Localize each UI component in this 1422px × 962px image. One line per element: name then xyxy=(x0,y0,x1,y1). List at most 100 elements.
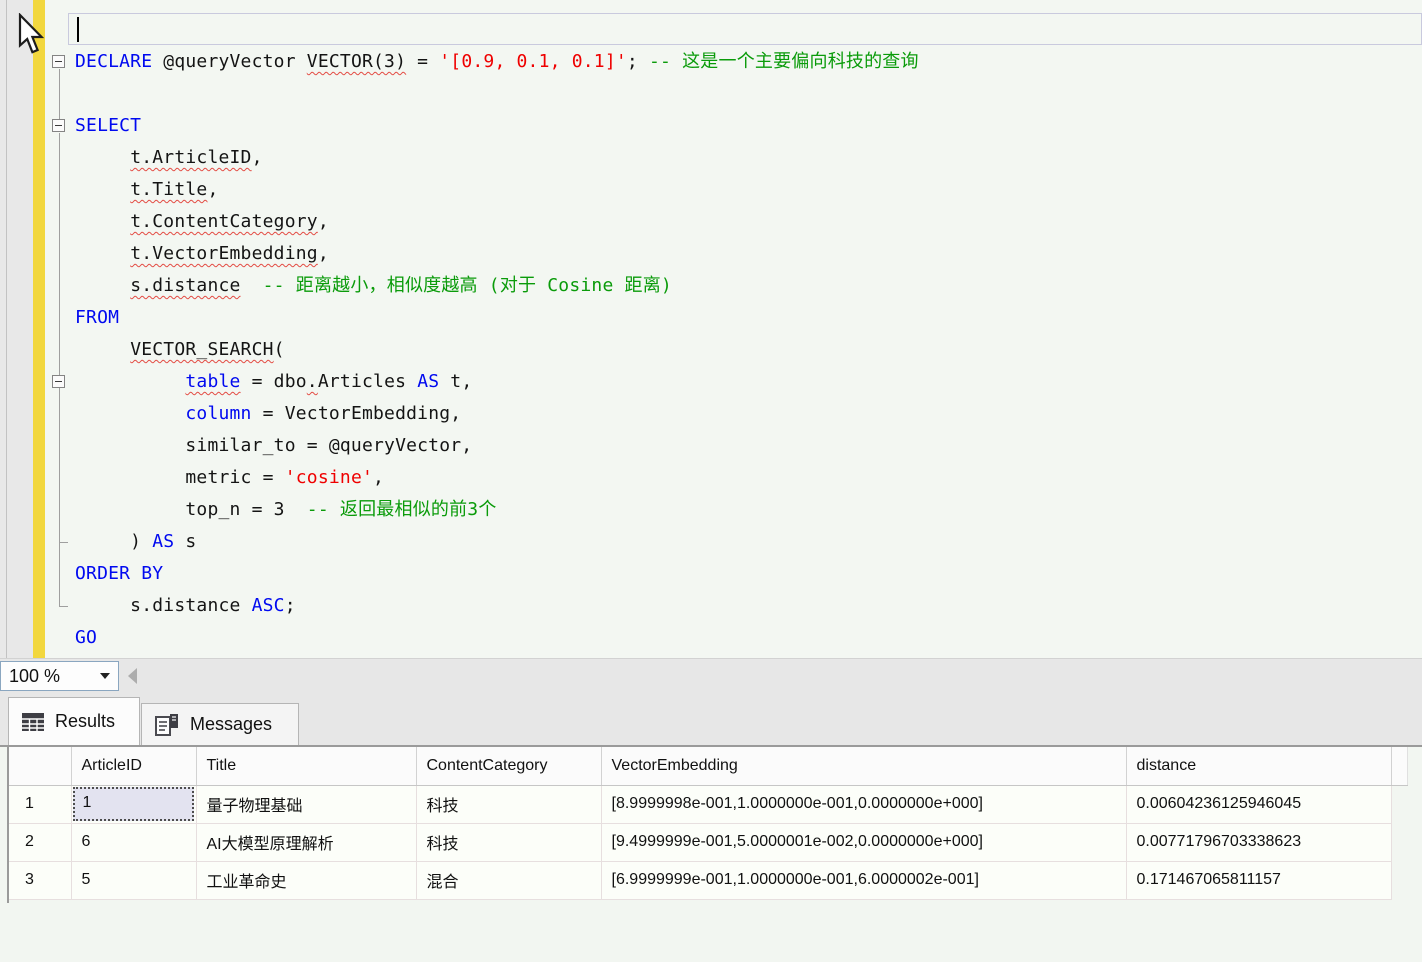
sql-text: , xyxy=(317,211,329,232)
sql-text: t.Title xyxy=(130,179,208,200)
chevron-down-icon xyxy=(100,673,110,679)
row-filler xyxy=(1391,785,1407,823)
sql-editor[interactable]: DECLARE @queryVector VECTOR(3) = '[0.9, … xyxy=(0,0,1422,658)
row-number-cell[interactable]: 2 xyxy=(9,823,72,862)
selected-cell[interactable]: 1 xyxy=(72,786,194,821)
code-line: t.Title, xyxy=(75,174,1422,206)
results-tabstrip: Results Messages xyxy=(0,692,1422,745)
sql-keyword: ASC xyxy=(251,595,285,616)
grid-cell[interactable]: [8.9999998e-001,1.0000000e-001,0.0000000… xyxy=(601,785,1127,824)
code-line: FROM xyxy=(75,302,1422,334)
editor-horizontal-scrollbar[interactable]: 100 % xyxy=(0,658,1422,692)
code-line: s.distance -- 距离越小，相似度越高 (对于 Cosine 距离) xyxy=(75,270,1422,302)
grid-cell[interactable]: 5 xyxy=(71,861,197,900)
code-line: DECLARE @queryVector VECTOR(3) = '[0.9, … xyxy=(75,46,1422,78)
grid-cell[interactable]: AI大模型原理解析 xyxy=(196,823,417,862)
sql-text: . xyxy=(306,371,318,392)
tab-messages[interactable]: Messages xyxy=(141,703,299,745)
results-grid-area: ArticleID Title ContentCategory VectorEmbed… xyxy=(0,747,1422,962)
zoom-level-dropdown[interactable]: 100 % xyxy=(0,661,119,691)
sql-keyword: column xyxy=(185,403,252,424)
code-line: VECTOR_SEARCH( xyxy=(75,334,1422,366)
sql-text: t.VectorEmbedding xyxy=(130,243,318,264)
sql-comment: -- 返回最相似的前3个 xyxy=(306,499,497,520)
scroll-left-icon[interactable] xyxy=(128,668,137,684)
row-number-header[interactable] xyxy=(9,747,72,786)
tab-results-label: Results xyxy=(55,711,116,731)
code-line: ORDER BY xyxy=(75,558,1422,590)
tab-results[interactable]: Results xyxy=(8,697,140,745)
table-row: 2 6 AI大模型原理解析 科技 [9.4999999e-001,5.0000001e-… xyxy=(9,823,1407,862)
code-line: t.ContentCategory, xyxy=(75,206,1422,238)
grid-cell[interactable]: 混合 xyxy=(416,861,602,900)
table-row: 1 1 量子物理基础 科技 [8.9999998e-001,1.0000000e-001… xyxy=(9,785,1407,824)
sql-keyword: FROM xyxy=(75,307,120,328)
row-filler xyxy=(1391,823,1407,861)
column-header-contentcategory[interactable]: ContentCategory xyxy=(416,747,602,786)
sql-string: '[0.9, 0.1, 0.1]' xyxy=(439,51,627,72)
results-header-row: ArticleID Title ContentCategory VectorEmbed… xyxy=(9,747,1408,786)
grid-cell[interactable]: [9.4999999e-001,5.0000001e-002,0.0000000… xyxy=(601,823,1127,862)
sql-text: similar_to = @queryVector, xyxy=(185,435,473,456)
sql-keyword: ORDER BY xyxy=(75,563,164,584)
grid-cell[interactable]: 0.00771796703338623 xyxy=(1126,823,1392,862)
sql-text: ; xyxy=(284,595,296,616)
sql-string: 'cosine' xyxy=(284,467,374,488)
row-number-cell[interactable]: 3 xyxy=(9,861,72,900)
mouse-pointer-icon xyxy=(18,13,45,54)
grid-cell[interactable]: 0.00604236125946045 xyxy=(1126,785,1392,824)
code-line: table = dbo.Articles AS t, xyxy=(75,366,1422,398)
header-filler xyxy=(1391,747,1408,786)
sql-text: = dbo xyxy=(240,371,307,392)
code-line: t.VectorEmbedding, xyxy=(75,238,1422,270)
sql-text: , xyxy=(317,243,329,264)
grid-cell[interactable]: [6.9999999e-001,1.0000000e-001,6.0000002… xyxy=(601,861,1127,900)
code-line: similar_to = @queryVector, xyxy=(75,430,1422,462)
code-line: s.distance ASC; xyxy=(75,590,1422,622)
sql-text: Articles xyxy=(317,371,418,392)
grid-cell[interactable]: 工业革命史 xyxy=(196,861,417,900)
sql-text: s.distance xyxy=(130,275,241,296)
code-line: metric = 'cosine', xyxy=(75,462,1422,494)
grid-cell[interactable]: 0.171467065811157 xyxy=(1126,861,1392,900)
column-header-distance[interactable]: distance xyxy=(1126,747,1392,786)
messages-icon xyxy=(155,713,178,736)
column-header-title[interactable]: Title xyxy=(196,747,417,786)
sql-text: t.ContentCategory xyxy=(130,211,318,232)
sql-keyword: table xyxy=(185,371,241,392)
sql-text: ; xyxy=(626,51,649,72)
sql-text: t.ArticleID xyxy=(130,147,252,168)
column-header-vectorembedding[interactable]: VectorEmbedding xyxy=(601,747,1127,786)
code-line: column = VectorEmbedding, xyxy=(75,398,1422,430)
grid-cell[interactable]: 1 xyxy=(71,785,197,824)
sql-comment: -- 距离越小，相似度越高 (对于 Cosine 距离) xyxy=(262,275,672,296)
sql-text: metric = xyxy=(185,467,285,488)
grid-cell[interactable]: 6 xyxy=(71,823,197,862)
tab-messages-label: Messages xyxy=(190,714,273,734)
column-header-articleid[interactable]: ArticleID xyxy=(71,747,197,786)
sql-text: , xyxy=(251,147,263,168)
sql-keyword: GO xyxy=(75,627,98,648)
table-row: 3 5 工业革命史 混合 [6.9999999e-001,1.0000000e-001,… xyxy=(9,861,1407,900)
grid-cell[interactable]: 科技 xyxy=(416,785,602,824)
grid-cell[interactable]: 科技 xyxy=(416,823,602,862)
sql-text: ( xyxy=(273,339,285,360)
sql-text: s xyxy=(174,531,197,552)
grid-cell[interactable]: 量子物理基础 xyxy=(196,785,417,824)
sql-text: ) xyxy=(75,531,153,552)
row-number-cell[interactable]: 1 xyxy=(9,785,72,824)
sql-keyword: DECLARE xyxy=(75,51,153,72)
code-line: ) AS s xyxy=(75,526,1422,558)
zoom-level-value: 100 % xyxy=(9,665,61,686)
